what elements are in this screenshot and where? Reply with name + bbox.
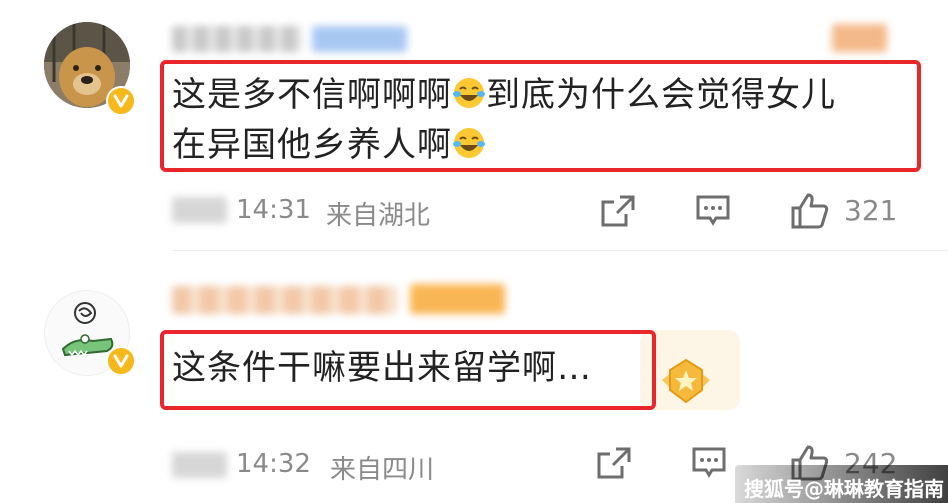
date-blurred [172, 197, 227, 223]
comment-text-part1: 这是多不信啊啊啊 [172, 75, 452, 115]
comment-time: 14:32 [236, 449, 311, 479]
like-count: 321 [844, 194, 898, 227]
share-icon[interactable] [600, 194, 636, 232]
user-tag-blurred [312, 26, 407, 52]
comment-text: 这条件干嘛要出来留学啊… [172, 348, 592, 388]
laugh-cry-emoji-icon [452, 124, 486, 158]
share-icon[interactable] [596, 446, 632, 484]
comment-time: 14:31 [236, 195, 311, 225]
comment-location: 来自四川 [330, 455, 435, 485]
comment-text-line2: 在异国他乡养人啊 [172, 125, 452, 165]
user-level-blurred [832, 24, 887, 52]
username-blurred[interactable] [172, 286, 397, 314]
user-tag-blurred [410, 284, 505, 314]
comment-divider [172, 250, 948, 251]
comment-location: 来自湖北 [326, 201, 431, 231]
laugh-cry-emoji-icon [452, 74, 486, 108]
date-blurred [172, 452, 227, 478]
username-blurred[interactable] [172, 26, 302, 52]
verified-badge-icon [106, 346, 136, 376]
comment-icon[interactable] [695, 194, 731, 232]
verified-badge-icon [106, 86, 136, 116]
comment-text-part2: 到底为什么会觉得女儿 [486, 75, 836, 115]
like-icon[interactable] [790, 192, 830, 234]
comment-icon[interactable] [691, 446, 727, 484]
fan-badge-icon [658, 356, 714, 410]
comment-text: 这是多不信啊啊啊 到底为什么会觉得女儿 在异国他乡养人啊 [172, 70, 912, 170]
watermark-text: 搜狐号@琳琳教育指南 [744, 477, 944, 501]
